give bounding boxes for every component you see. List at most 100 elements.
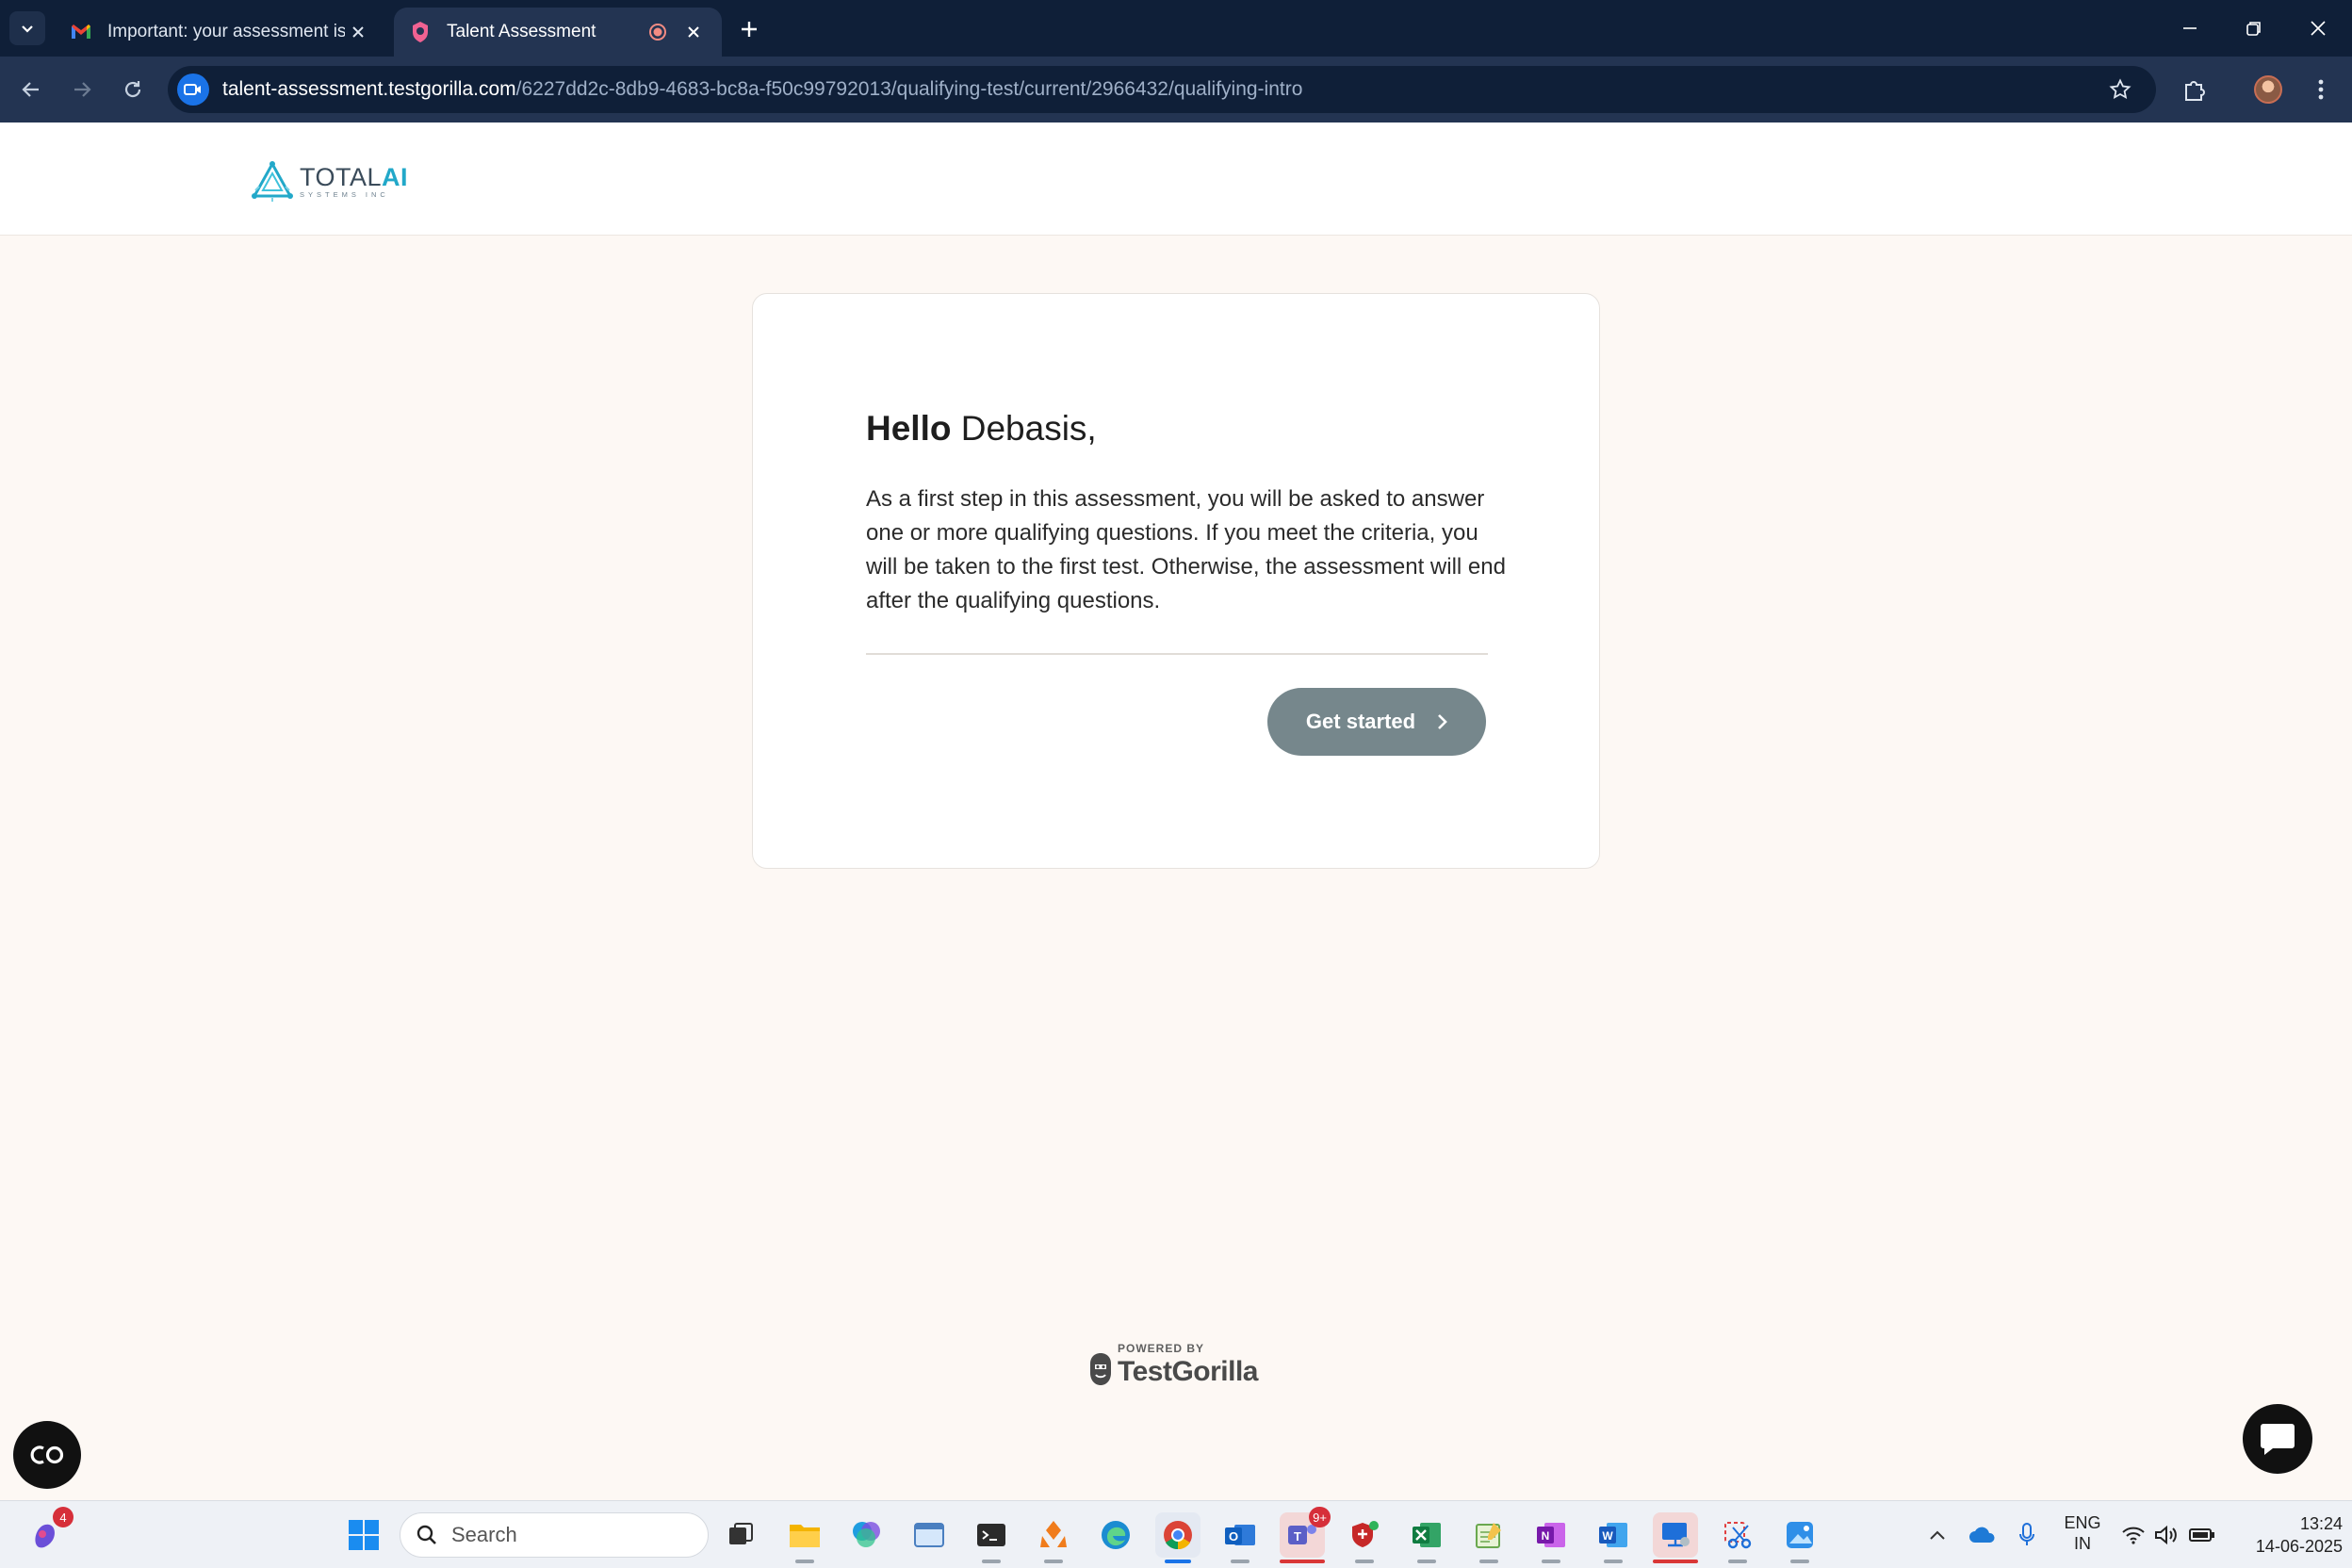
chevron-down-icon [22, 25, 33, 33]
wifi-icon[interactable] [2118, 1514, 2148, 1556]
window-app-icon[interactable] [906, 1512, 952, 1558]
notepad-icon[interactable] [1466, 1512, 1511, 1563]
forward-button[interactable] [62, 70, 102, 109]
tab-gmail[interactable]: Important: your assessment is w [55, 8, 386, 57]
more-vertical-icon [2318, 79, 2324, 100]
page-header: TOTALAI SYSTEMS INC [0, 122, 2352, 236]
arrow-right-icon [74, 82, 91, 97]
logo-main-text: TOTAL [300, 163, 383, 191]
testgorilla-brand: TestGorilla [1118, 1356, 1258, 1387]
get-started-label: Get started [1305, 710, 1416, 733]
close-tab-icon[interactable] [345, 19, 371, 45]
avatar [2254, 75, 2282, 104]
greeting-heading: Hello Debasis, [866, 409, 1097, 449]
file-explorer-icon[interactable] [782, 1512, 827, 1563]
snipping-tool-icon[interactable] [1715, 1512, 1760, 1563]
chrome-icon[interactable] [1155, 1512, 1200, 1563]
microphone-icon[interactable] [2013, 1514, 2041, 1556]
remote-desktop-icon[interactable] [1653, 1512, 1698, 1563]
input-language-indicator[interactable]: ENG IN [2062, 1512, 2103, 1554]
windows-taskbar: 4 Search O T 9+ N W ENG IN 13:24 14-06-2… [0, 1500, 2352, 1568]
excel-icon[interactable] [1404, 1512, 1449, 1563]
recording-icon [646, 21, 669, 43]
address-bar[interactable]: talent-assessment.testgorilla.com/6227dd… [168, 66, 2156, 113]
powered-by-testgorilla[interactable]: POWERED BY TestGorilla [1084, 1342, 1268, 1391]
onenote-icon[interactable]: N [1528, 1512, 1574, 1563]
windows-icon [349, 1520, 379, 1550]
intro-card: Hello Debasis, As a first step in this a… [752, 293, 1600, 869]
close-tab-icon[interactable] [680, 19, 707, 45]
volume-icon[interactable] [2152, 1514, 2182, 1556]
svg-text:N: N [1542, 1529, 1550, 1543]
teams-badge: 9+ [1309, 1507, 1331, 1527]
browser-menu-button[interactable] [2301, 70, 2341, 109]
copilot-badge: 4 [53, 1507, 74, 1527]
back-button[interactable] [11, 70, 51, 109]
copilot-taskbar-icon[interactable]: 4 [23, 1507, 74, 1558]
svg-text:W: W [1602, 1529, 1613, 1543]
restore-button[interactable] [2222, 0, 2286, 57]
taskbar-clock[interactable]: 13:24 14-06-2025 [2226, 1512, 2343, 1558]
region-code: IN [2074, 1534, 2091, 1553]
search-placeholder: Search [451, 1523, 517, 1546]
task-view-icon[interactable] [718, 1512, 763, 1558]
edge-icon[interactable] [1093, 1512, 1138, 1558]
svg-text:O: O [1229, 1529, 1238, 1544]
restore-icon [2246, 22, 2261, 36]
chat-bubble-icon [2261, 1424, 2295, 1455]
testgorilla-icon [409, 21, 432, 43]
greeting-hello: Hello [866, 409, 952, 448]
close-window-button[interactable] [2286, 0, 2350, 57]
taskbar-search[interactable]: Search [400, 1512, 709, 1558]
tab-talent-assessment[interactable]: Talent Assessment [394, 8, 722, 57]
url-path: /6227dd2c-8db9-4683-bc8a-f50c99792013/qu… [515, 78, 1303, 100]
gorilla-icon [1090, 1353, 1111, 1385]
profile-button[interactable] [2248, 70, 2288, 109]
security-app-icon[interactable] [1342, 1512, 1387, 1563]
tab-title: Talent Assessment [447, 22, 596, 41]
photos-icon[interactable] [1777, 1512, 1822, 1563]
minimize-icon [2183, 27, 2197, 29]
puzzle-icon [2185, 81, 2205, 101]
gmail-icon [70, 21, 92, 43]
tab-search-button[interactable] [9, 11, 45, 45]
get-started-button[interactable]: Get started [1267, 688, 1486, 756]
teams-icon[interactable]: T 9+ [1280, 1507, 1331, 1563]
url-text[interactable]: talent-assessment.testgorilla.com/6227dd… [222, 78, 1302, 101]
company-logo: TOTALAI SYSTEMS INC [251, 158, 411, 205]
onedrive-icon[interactable] [1966, 1514, 2000, 1556]
terminal-icon[interactable] [969, 1512, 1014, 1563]
language-code: ENG [2064, 1513, 2101, 1532]
chat-widget-button[interactable] [2243, 1404, 2312, 1474]
arrow-left-icon [22, 82, 39, 97]
intro-paragraph: As a first step in this assessment, you … [866, 486, 1506, 613]
browser-toolbar: talent-assessment.testgorilla.com/6227dd… [0, 57, 2352, 122]
logo-accent-text: AI [382, 163, 409, 191]
clock-date: 14-06-2025 [2255, 1537, 2343, 1556]
candidate-name: Debasis, [960, 409, 1097, 448]
extensions-button[interactable] [2175, 70, 2214, 109]
show-hidden-icons-button[interactable] [1924, 1514, 1951, 1556]
reload-button[interactable] [113, 70, 153, 109]
accessibility-widget-button[interactable] [13, 1421, 81, 1489]
battery-icon[interactable] [2186, 1514, 2218, 1556]
camera-icon[interactable] [177, 74, 209, 106]
reload-icon [124, 81, 141, 98]
divider [866, 653, 1488, 655]
svg-text:T: T [1294, 1529, 1301, 1544]
co-icon [30, 1446, 64, 1464]
search-icon [416, 1525, 436, 1544]
tab-title: Important: your assessment is w [107, 22, 345, 41]
totalai-logo-icon [252, 160, 293, 202]
outlook-icon[interactable]: O [1217, 1512, 1263, 1563]
chevron-right-icon [1438, 714, 1447, 729]
word-icon[interactable]: W [1591, 1512, 1636, 1563]
orange-app-icon[interactable] [1031, 1512, 1076, 1563]
clock-time: 13:24 [2299, 1514, 2343, 1533]
new-tab-button[interactable] [733, 13, 765, 45]
bookmark-star-icon[interactable] [2105, 74, 2135, 105]
m365-icon[interactable] [844, 1512, 890, 1558]
start-button[interactable] [341, 1512, 386, 1558]
logo-sub-text: SYSTEMS INC [300, 190, 389, 199]
minimize-button[interactable] [2158, 0, 2222, 57]
